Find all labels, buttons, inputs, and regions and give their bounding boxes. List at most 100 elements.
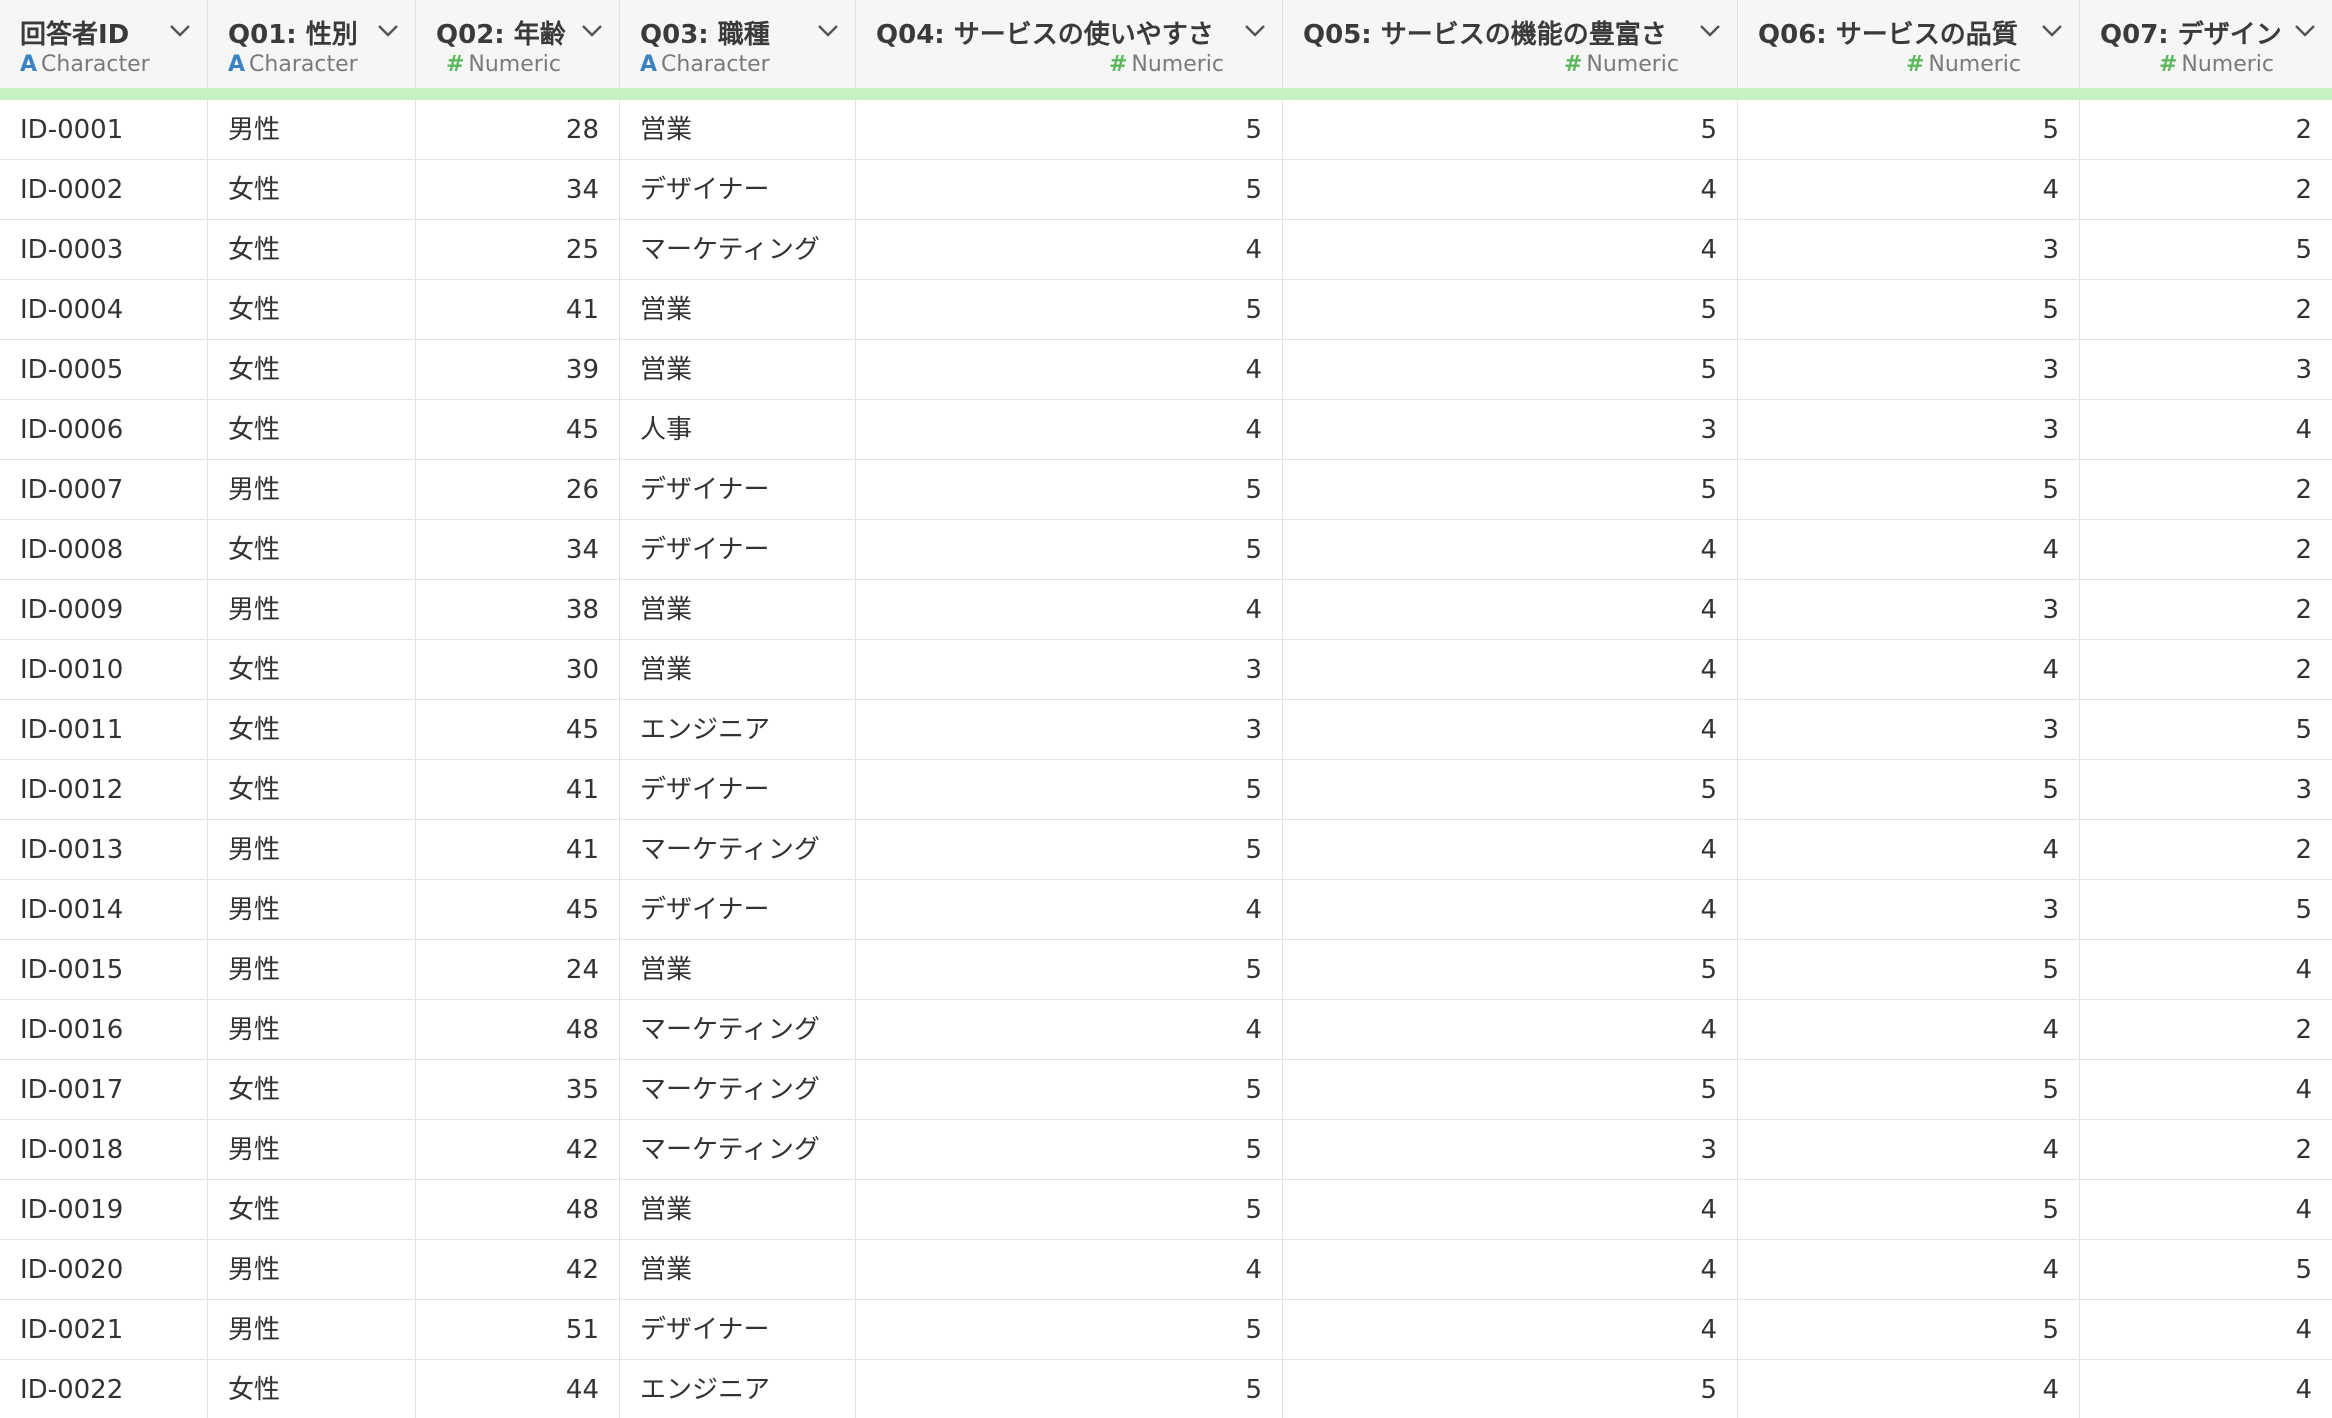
table-cell[interactable]: ID-0004 <box>0 280 208 339</box>
table-cell[interactable]: 5 <box>1738 1300 2080 1359</box>
table-cell[interactable]: ID-0021 <box>0 1300 208 1359</box>
table-cell[interactable]: デザイナー <box>620 880 856 939</box>
table-row[interactable]: ID-0016 男性 48 マーケティング 4 4 4 2 <box>0 1000 2332 1060</box>
table-cell[interactable]: 2 <box>2080 520 2332 579</box>
table-cell[interactable]: 3 <box>1738 700 2080 759</box>
table-cell[interactable]: 3 <box>856 640 1283 699</box>
table-cell[interactable]: エンジニア <box>620 700 856 759</box>
table-cell[interactable]: 4 <box>1283 580 1738 639</box>
table-cell[interactable]: 2 <box>2080 580 2332 639</box>
table-cell[interactable]: 5 <box>1283 100 1738 159</box>
table-cell[interactable]: 女性 <box>208 340 416 399</box>
table-cell[interactable]: 4 <box>856 400 1283 459</box>
table-cell[interactable]: ID-0007 <box>0 460 208 519</box>
table-cell[interactable]: ID-0015 <box>0 940 208 999</box>
table-cell[interactable]: マーケティング <box>620 220 856 279</box>
table-cell[interactable]: 5 <box>856 280 1283 339</box>
table-cell[interactable]: 4 <box>2080 1360 2332 1418</box>
table-cell[interactable]: 4 <box>1283 1000 1738 1059</box>
table-cell[interactable]: 48 <box>416 1000 620 1059</box>
table-row[interactable]: ID-0005 女性 39 営業 4 5 3 3 <box>0 340 2332 400</box>
column-header[interactable]: 回答者ID A Character <box>0 0 208 88</box>
table-cell[interactable]: ID-0005 <box>0 340 208 399</box>
table-cell[interactable]: 男性 <box>208 1000 416 1059</box>
table-cell[interactable]: 3 <box>2080 340 2332 399</box>
table-cell[interactable]: 26 <box>416 460 620 519</box>
chevron-down-icon[interactable] <box>1695 20 1725 42</box>
chevron-down-icon[interactable] <box>2037 20 2067 42</box>
table-cell[interactable]: 3 <box>1738 220 2080 279</box>
table-cell[interactable]: 5 <box>1738 460 2080 519</box>
table-cell[interactable]: 3 <box>1283 1120 1738 1179</box>
table-cell[interactable]: 営業 <box>620 100 856 159</box>
table-cell[interactable]: 男性 <box>208 880 416 939</box>
table-cell[interactable]: 4 <box>1283 220 1738 279</box>
table-cell[interactable]: 女性 <box>208 640 416 699</box>
table-cell[interactable]: 51 <box>416 1300 620 1359</box>
table-cell[interactable]: 男性 <box>208 1240 416 1299</box>
column-header[interactable]: Q05: サービスの機能の豊富さ # Numeric <box>1283 0 1738 88</box>
table-row[interactable]: ID-0017 女性 35 マーケティング 5 5 5 4 <box>0 1060 2332 1120</box>
table-cell[interactable]: 5 <box>856 160 1283 219</box>
table-cell[interactable]: 45 <box>416 700 620 759</box>
table-cell[interactable]: デザイナー <box>620 520 856 579</box>
chevron-down-icon[interactable] <box>2290 20 2320 42</box>
table-cell[interactable]: 4 <box>856 340 1283 399</box>
table-cell[interactable]: デザイナー <box>620 160 856 219</box>
table-row[interactable]: ID-0001 男性 28 営業 5 5 5 2 <box>0 100 2332 160</box>
column-header[interactable]: Q04: サービスの使いやすさ # Numeric <box>856 0 1283 88</box>
table-cell[interactable]: ID-0022 <box>0 1360 208 1418</box>
table-cell[interactable]: 4 <box>1738 1240 2080 1299</box>
table-cell[interactable]: 人事 <box>620 400 856 459</box>
table-cell[interactable]: ID-0016 <box>0 1000 208 1059</box>
table-cell[interactable]: 営業 <box>620 580 856 639</box>
table-cell[interactable]: 34 <box>416 160 620 219</box>
table-cell[interactable]: 5 <box>856 100 1283 159</box>
table-cell[interactable]: 4 <box>1283 160 1738 219</box>
table-cell[interactable]: 5 <box>2080 220 2332 279</box>
table-cell[interactable]: 4 <box>1283 1240 1738 1299</box>
table-cell[interactable]: ID-0020 <box>0 1240 208 1299</box>
table-cell[interactable]: 4 <box>856 220 1283 279</box>
table-cell[interactable]: 45 <box>416 880 620 939</box>
table-cell[interactable]: 5 <box>2080 700 2332 759</box>
chevron-down-icon[interactable] <box>1240 20 1270 42</box>
table-cell[interactable]: 5 <box>2080 1240 2332 1299</box>
table-cell[interactable]: 41 <box>416 760 620 819</box>
table-cell[interactable]: 女性 <box>208 700 416 759</box>
table-cell[interactable]: ID-0010 <box>0 640 208 699</box>
table-cell[interactable]: 5 <box>1738 100 2080 159</box>
table-cell[interactable]: 5 <box>856 1060 1283 1119</box>
table-cell[interactable]: 5 <box>856 460 1283 519</box>
table-cell[interactable]: ID-0013 <box>0 820 208 879</box>
table-row[interactable]: ID-0010 女性 30 営業 3 4 4 2 <box>0 640 2332 700</box>
table-cell[interactable]: ID-0002 <box>0 160 208 219</box>
table-cell[interactable]: 4 <box>856 880 1283 939</box>
table-cell[interactable]: 42 <box>416 1240 620 1299</box>
table-row[interactable]: ID-0020 男性 42 営業 4 4 4 5 <box>0 1240 2332 1300</box>
table-cell[interactable]: 4 <box>1283 820 1738 879</box>
table-cell[interactable]: デザイナー <box>620 760 856 819</box>
table-cell[interactable]: ID-0011 <box>0 700 208 759</box>
table-cell[interactable]: 4 <box>2080 1060 2332 1119</box>
table-cell[interactable]: 2 <box>2080 160 2332 219</box>
table-row[interactable]: ID-0006 女性 45 人事 4 3 3 4 <box>0 400 2332 460</box>
table-cell[interactable]: ID-0019 <box>0 1180 208 1239</box>
table-row[interactable]: ID-0014 男性 45 デザイナー 4 4 3 5 <box>0 880 2332 940</box>
table-cell[interactable]: 営業 <box>620 340 856 399</box>
table-row[interactable]: ID-0015 男性 24 営業 5 5 5 4 <box>0 940 2332 1000</box>
table-cell[interactable]: 35 <box>416 1060 620 1119</box>
table-row[interactable]: ID-0003 女性 25 マーケティング 4 4 3 5 <box>0 220 2332 280</box>
table-row[interactable]: ID-0002 女性 34 デザイナー 5 4 4 2 <box>0 160 2332 220</box>
table-row[interactable]: ID-0019 女性 48 営業 5 4 5 4 <box>0 1180 2332 1240</box>
table-row[interactable]: ID-0021 男性 51 デザイナー 5 4 5 4 <box>0 1300 2332 1360</box>
chevron-down-icon[interactable] <box>165 20 195 42</box>
table-cell[interactable]: 営業 <box>620 640 856 699</box>
table-cell[interactable]: 男性 <box>208 820 416 879</box>
table-cell[interactable]: 5 <box>1283 280 1738 339</box>
table-cell[interactable]: 5 <box>856 1300 1283 1359</box>
table-cell[interactable]: 41 <box>416 820 620 879</box>
table-cell[interactable]: 4 <box>1738 160 2080 219</box>
table-cell[interactable]: 4 <box>2080 940 2332 999</box>
table-cell[interactable]: 3 <box>856 700 1283 759</box>
